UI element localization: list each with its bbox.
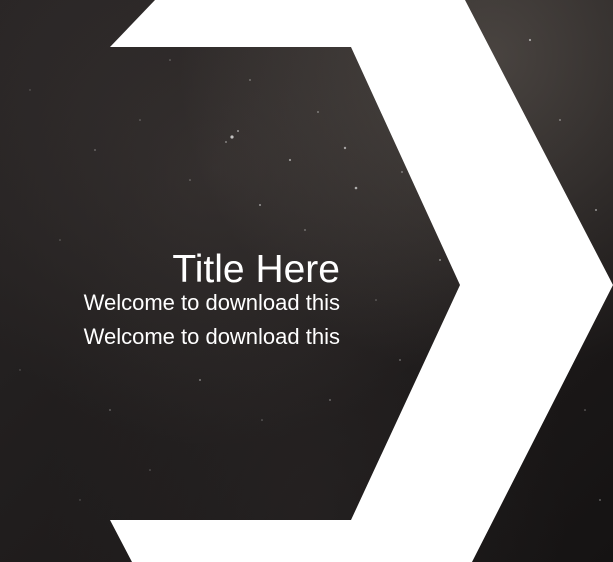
body-text-line-1: Welcome to download this (83, 290, 340, 315)
body-text-line-2: Welcome to download this (83, 324, 340, 349)
section-number: 02 (502, 241, 575, 314)
slide: Title Here Welcome to download this Welc… (0, 0, 613, 562)
